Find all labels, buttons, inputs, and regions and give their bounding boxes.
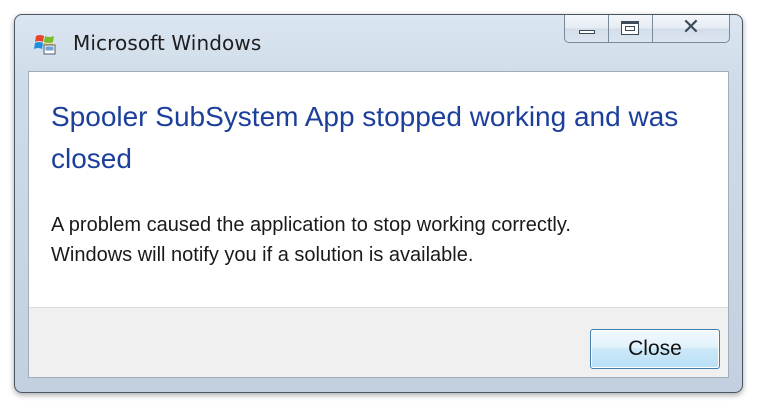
dialog-window: Microsoft Windows ✕ Spooler SubSystem Ap… bbox=[14, 14, 743, 393]
window-close-button[interactable]: ✕ bbox=[652, 15, 730, 43]
caption-buttons: ✕ bbox=[564, 15, 730, 47]
maximize-button[interactable] bbox=[608, 15, 652, 43]
windows-flag-icon bbox=[33, 31, 57, 55]
main-instruction: Spooler SubSystem App stopped working an… bbox=[51, 101, 679, 174]
close-icon: ✕ bbox=[681, 15, 701, 40]
minimize-button[interactable] bbox=[564, 15, 608, 43]
message-text: A problem caused the application to stop… bbox=[51, 210, 721, 270]
close-button[interactable]: Close bbox=[590, 329, 720, 369]
title-bar[interactable]: Microsoft Windows ✕ bbox=[15, 15, 742, 71]
minimize-icon bbox=[579, 30, 595, 34]
window-title: Microsoft Windows bbox=[73, 31, 262, 55]
maximize-icon bbox=[621, 21, 639, 35]
dialog-footer: Close bbox=[29, 307, 728, 377]
message-line-1: A problem caused the application to stop… bbox=[51, 214, 571, 236]
dialog-content: Spooler SubSystem App stopped working an… bbox=[28, 71, 729, 378]
message-line-2: Windows will notify you if a solution is… bbox=[51, 244, 474, 266]
